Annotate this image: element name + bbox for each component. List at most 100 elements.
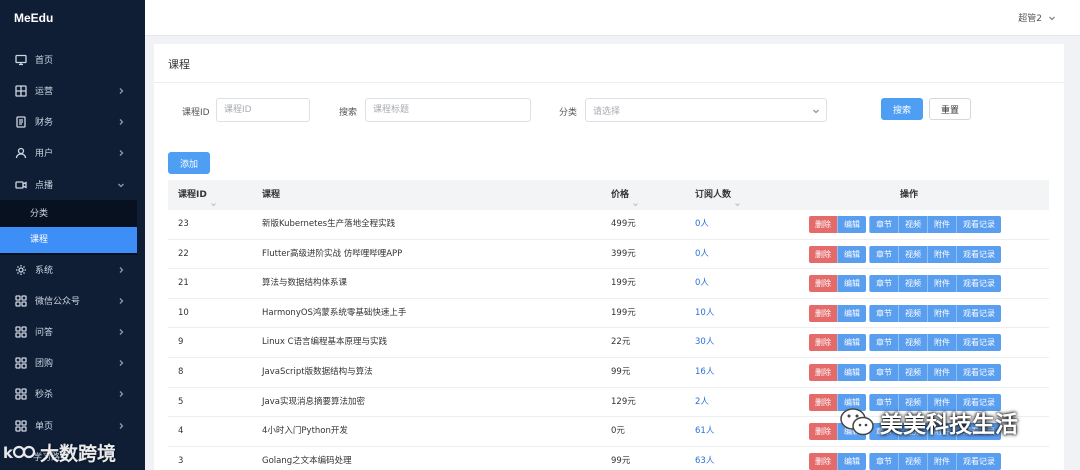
cell-subscribers[interactable]: 16人	[695, 358, 714, 387]
watch-records-button[interactable]: 观看记录	[956, 452, 1001, 470]
cell-subscribers[interactable]: 2人	[695, 388, 709, 417]
wechat-icon	[840, 408, 874, 436]
cell-subscribers[interactable]: 10人	[695, 299, 714, 328]
videos-button[interactable]: 视频	[898, 452, 927, 470]
category-select[interactable]: 请选择	[585, 98, 827, 122]
add-button[interactable]: 添加	[168, 152, 210, 174]
attachments-button[interactable]: 附件	[927, 216, 956, 233]
watch-records-button[interactable]: 观看记录	[956, 275, 1001, 293]
chapters-button[interactable]: 章节	[869, 452, 898, 470]
chapters-button[interactable]: 章节	[869, 334, 898, 352]
sidebar-item-vod[interactable]: 点播	[0, 169, 145, 200]
attachments-button[interactable]: 附件	[927, 452, 956, 470]
chapters-button[interactable]: 章节	[869, 216, 898, 233]
watch-records-button[interactable]: 观看记录	[956, 363, 1001, 381]
edit-button[interactable]: 编辑	[837, 304, 866, 322]
divider	[154, 82, 1064, 83]
edit-button[interactable]: 编辑	[837, 245, 866, 263]
row-actions: 删除 编辑 章节 视频 附件 观看记录	[809, 216, 1001, 233]
column-header-price[interactable]: 价格	[611, 180, 639, 210]
attachments-button[interactable]: 附件	[927, 275, 956, 293]
sidebar-item-groupbuy[interactable]: 团购	[0, 347, 145, 378]
delete-button[interactable]: 删除	[809, 275, 837, 293]
delete-button[interactable]: 删除	[809, 304, 837, 322]
row-actions: 删除 编辑 章节 视频 附件 观看记录	[809, 304, 1001, 322]
sidebar-subitem-category[interactable]: 分类	[0, 201, 137, 227]
cell-subscribers[interactable]: 63人	[695, 447, 714, 470]
chevron-right-icon	[117, 422, 125, 430]
edit-button[interactable]: 编辑	[837, 216, 866, 233]
edit-button[interactable]: 编辑	[837, 275, 866, 293]
attachments-button[interactable]: 附件	[927, 245, 956, 263]
cell-subscribers[interactable]: 0人	[695, 269, 709, 298]
edit-button[interactable]: 编辑	[837, 363, 866, 381]
cell-subscribers[interactable]: 0人	[695, 240, 709, 269]
sidebar-item-flashsale[interactable]: 秒杀	[0, 378, 145, 409]
cell-title: Linux C语言编程基本原理与实践	[262, 337, 388, 348]
edit-button[interactable]: 编辑	[837, 452, 866, 470]
sidebar-item-qa[interactable]: 问答	[0, 316, 145, 347]
watermark-left: k 大数跨境	[2, 434, 116, 470]
column-header-subscribers[interactable]: 订阅人数	[695, 180, 741, 210]
cell-subscribers[interactable]: 61人	[695, 417, 714, 446]
cell-subscribers[interactable]: 30人	[695, 328, 714, 357]
delete-button[interactable]: 删除	[809, 363, 837, 381]
delete-button[interactable]: 删除	[809, 216, 837, 233]
chapters-button[interactable]: 章节	[869, 275, 898, 293]
watch-records-button[interactable]: 观看记录	[956, 216, 1001, 233]
sidebar-item-finance[interactable]: 财务	[0, 106, 145, 137]
delete-button[interactable]: 删除	[809, 452, 837, 470]
video-icon	[15, 179, 27, 191]
videos-button[interactable]: 视频	[898, 334, 927, 352]
videos-button[interactable]: 视频	[898, 245, 927, 263]
table-header: 课程ID 课程 价格 订阅人数 操作	[168, 180, 1049, 210]
search-input[interactable]	[365, 98, 531, 122]
user-menu[interactable]: 超管2	[1018, 11, 1056, 24]
chapters-button[interactable]: 章节	[869, 363, 898, 381]
apps-icon	[15, 294, 27, 307]
course-id-input[interactable]	[216, 98, 310, 122]
watch-records-button[interactable]: 观看记录	[956, 304, 1001, 322]
cell-id: 9	[178, 337, 184, 348]
sidebar-item-system[interactable]: 系统	[0, 254, 145, 285]
table-row: 9 Linux C语言编程基本原理与实践 22元 30人 删除 编辑 章节 视频 附件 观看记录	[168, 328, 1049, 358]
watch-records-button[interactable]: 观看记录	[956, 245, 1001, 263]
delete-button[interactable]: 删除	[809, 423, 837, 441]
sidebar-item-wechat[interactable]: 微信公众号	[0, 285, 145, 316]
sidebar-subitem-course[interactable]: 课程	[0, 227, 137, 253]
attachments-button[interactable]: 附件	[927, 304, 956, 322]
sidebar-item-label: 单页	[35, 422, 54, 432]
sidebar-item-operations[interactable]: 运营	[0, 75, 145, 106]
delete-button[interactable]: 删除	[809, 393, 837, 411]
table-row: 3 Golang之文本编码处理 99元 63人 删除 编辑 章节 视频 附件 观看记录	[168, 447, 1049, 470]
sort-icon	[632, 191, 639, 207]
cell-title: HarmonyOS鸿蒙系统零基础快速上手	[262, 307, 407, 318]
delete-button[interactable]: 删除	[809, 334, 837, 352]
search-button[interactable]: 搜索	[881, 98, 923, 120]
sidebar: MeEdu 首页 运营 财务 用户 点播 分类 课程 系统 微信公众号 问答 团…	[0, 0, 145, 470]
reset-button[interactable]: 重置	[929, 98, 971, 120]
sidebar-item-home[interactable]: 首页	[0, 44, 145, 75]
delete-button[interactable]: 删除	[809, 245, 837, 263]
chevron-right-icon	[117, 266, 125, 274]
cell-subscribers[interactable]: 0人	[695, 210, 709, 239]
edit-button[interactable]: 编辑	[837, 334, 866, 352]
videos-button[interactable]: 视频	[898, 275, 927, 293]
column-header-id[interactable]: 课程ID	[178, 180, 217, 210]
column-header-actions: 操作	[900, 190, 919, 200]
attachments-button[interactable]: 附件	[927, 334, 956, 352]
sidebar-item-label: 运营	[35, 87, 54, 97]
category-label: 分类	[559, 108, 578, 118]
videos-button[interactable]: 视频	[898, 304, 927, 322]
watermark-right: 美美科技生活	[838, 402, 1018, 442]
table-row: 8 JavaScript版数据结构与算法 99元 16人 删除 编辑 章节 视频 附件 观看记录	[168, 358, 1049, 388]
table-row: 22 Flutter高级进阶实战 仿哔哩哔哩APP 399元 0人 删除 编辑 章节 视频 附件…	[168, 240, 1049, 270]
videos-button[interactable]: 视频	[898, 216, 927, 233]
chapters-button[interactable]: 章节	[869, 245, 898, 263]
sidebar-item-users[interactable]: 用户	[0, 137, 145, 168]
chapters-button[interactable]: 章节	[869, 304, 898, 322]
attachments-button[interactable]: 附件	[927, 363, 956, 381]
videos-button[interactable]: 视频	[898, 363, 927, 381]
watch-records-button[interactable]: 观看记录	[956, 334, 1001, 352]
watermark-left-text: 大数跨境	[40, 442, 117, 465]
